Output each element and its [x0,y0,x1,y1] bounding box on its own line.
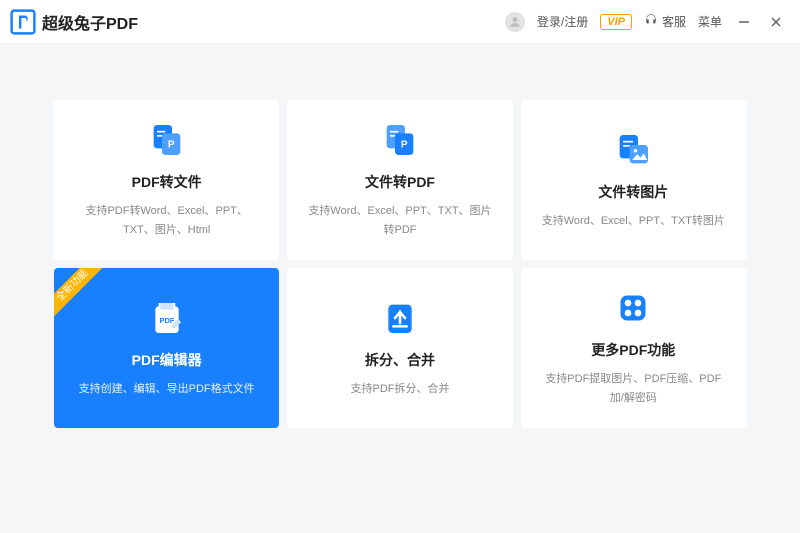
app-logo-icon [10,9,36,35]
card-title: 更多PDF功能 [591,340,675,360]
card-desc: 支持创建、编辑、导出PDF格式文件 [79,380,255,399]
headset-icon [644,13,658,30]
content-area: P PDF转文件 支持PDF转Word、Excel、PPT、TXT、图片、Htm… [0,44,800,533]
login-link[interactable]: 登录/注册 [537,13,588,30]
vip-badge[interactable]: VIP [600,14,632,30]
app-window: 超级兔子PDF 登录/注册 VIP 客服 菜单 [0,0,800,533]
card-desc: 支持PDF转Word、Excel、PPT、TXT、图片、Html [72,202,261,239]
card-title: 拆分、合并 [365,350,435,370]
card-desc: 支持Word、Excel、PPT、TXT转图片 [542,212,725,231]
card-title: 文件转PDF [365,172,435,192]
card-title: PDF编辑器 [132,350,202,370]
more-features-icon [613,288,653,328]
card-title: PDF转文件 [132,172,202,192]
titlebar-right: 登录/注册 VIP 客服 菜单 [505,12,786,32]
svg-text:P: P [167,140,174,151]
card-pdf-editor[interactable]: 全新功能 PDF PDF编辑器 支持创建、编辑、导出PDF格式文件 [54,268,279,428]
card-grid: P PDF转文件 支持PDF转Word、Excel、PPT、TXT、图片、Htm… [54,100,746,428]
card-split-merge[interactable]: 拆分、合并 支持PDF拆分、合并 [287,268,512,428]
card-desc: 支持Word、Excel、PPT、TXT、图片转PDF [305,202,494,239]
minimize-button[interactable] [734,12,754,32]
file-to-pdf-icon: P [380,120,420,160]
svg-text:P: P [401,140,408,151]
new-feature-ribbon: 全新功能 [54,268,110,323]
kefu-label: 客服 [662,13,686,30]
file-to-image-icon [613,130,653,170]
pdf-editor-icon: PDF [147,298,187,338]
card-desc: 支持PDF提取图片、PDF压缩、PDF加/解密码 [539,370,728,407]
pdf-to-file-icon: P [147,120,187,160]
titlebar: 超级兔子PDF 登录/注册 VIP 客服 菜单 [0,0,800,44]
card-pdf-to-file[interactable]: P PDF转文件 支持PDF转Word、Excel、PPT、TXT、图片、Htm… [54,100,279,260]
kefu-link[interactable]: 客服 [644,13,686,30]
card-more-pdf[interactable]: 更多PDF功能 支持PDF提取图片、PDF压缩、PDF加/解密码 [521,268,746,428]
avatar-icon[interactable] [505,12,525,32]
card-file-to-image[interactable]: 文件转图片 支持Word、Excel、PPT、TXT转图片 [521,100,746,260]
menu-link[interactable]: 菜单 [698,13,722,30]
app-title: 超级兔子PDF [42,10,138,34]
card-title: 文件转图片 [598,182,668,202]
logo: 超级兔子PDF [10,9,138,35]
close-button[interactable] [766,12,786,32]
svg-text:PDF: PDF [159,316,174,325]
card-desc: 支持PDF拆分、合并 [350,380,449,399]
card-file-to-pdf[interactable]: P 文件转PDF 支持Word、Excel、PPT、TXT、图片转PDF [287,100,512,260]
split-merge-icon [380,298,420,338]
